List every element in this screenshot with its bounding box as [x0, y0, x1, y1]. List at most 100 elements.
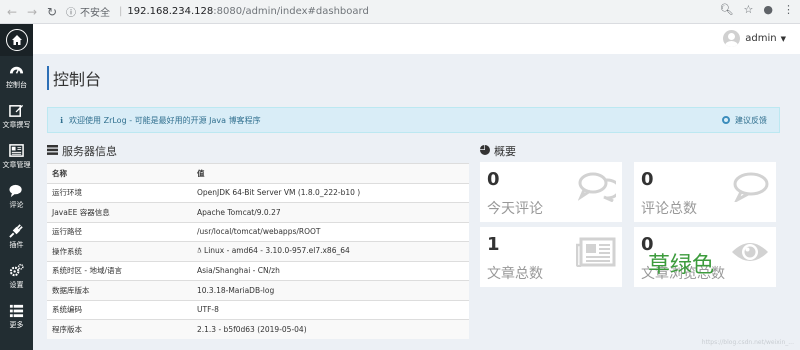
sidebar-item-comments[interactable]: 评论 [0, 176, 33, 216]
table-row: 运行路径 /usr/local/tomcat/webapps/ROOT [47, 221, 469, 242]
stat-label: 评论总数 [641, 201, 697, 217]
sidebar-item-dashboard[interactable]: 控制台 [0, 56, 33, 96]
watermark: https://blog.csdn.net/weixin_... [701, 339, 794, 346]
row-key: 系统时区 - 地域/语言 [47, 260, 192, 281]
feedback-link[interactable]: 建议反馈 [722, 115, 767, 126]
row-value: 10.3.18-MariaDB-log [192, 280, 469, 300]
server-info-title: 服务器信息 [62, 145, 117, 158]
edit-icon [9, 104, 24, 117]
sidebar-item-label: 控制台 [6, 80, 27, 89]
bookmark-star-icon[interactable]: ☆ [744, 3, 754, 16]
table-row: JavaEE 容器信息 Apache Tomcat/9.0.27 [47, 202, 469, 222]
table-row: 操作系统 🐧︎ Linux - amd64 - 3.10.0-957.el7.x… [47, 241, 469, 261]
newspaper-icon [576, 237, 616, 267]
sidebar: 控制台 文章撰写 文章管理 评论 插件 设置 更多 [0, 24, 33, 350]
feedback-label: 建议反馈 [735, 115, 767, 125]
sidebar-home[interactable] [0, 24, 33, 56]
top-navbar: admin ▼ [33, 24, 800, 54]
sidebar-item-articles[interactable]: 文章管理 [0, 136, 33, 176]
address-bar[interactable]: ⓘ 不安全 | 192.168.234.128 :8080/admin/inde… [66, 3, 369, 21]
stat-value: 0 [641, 169, 654, 190]
comments-icon [578, 172, 616, 202]
caret-down-icon: ▼ [780, 34, 786, 43]
home-icon [5, 29, 28, 51]
row-key: 系统编码 [47, 299, 192, 320]
row-key: JavaEE 容器信息 [47, 202, 192, 222]
linux-icon: 🐧︎ [197, 246, 205, 256]
table-row: 数据库版本 10.3.18-MariaDB-log [47, 280, 469, 300]
pie-chart-icon [480, 144, 490, 158]
row-key: 操作系统 [47, 241, 192, 261]
eye-icon [732, 243, 768, 261]
column-header: 值 [192, 163, 469, 183]
insecure-label: 不安全 [80, 8, 110, 19]
overview-title: 概要 [494, 145, 516, 158]
welcome-text: 欢迎使用 ZrLog - 可能是最好用的开源 Java 博客程序 [69, 115, 261, 125]
stat-today-comments: 0 今天评论 [480, 162, 622, 222]
row-value: Apache Tomcat/9.0.27 [192, 202, 469, 222]
table-row: 系统编码 UTF-8 [47, 299, 469, 320]
row-value: OpenJDK 64-Bit Server VM (1.8.0_222-b10 … [192, 182, 469, 203]
table-row: 程序版本 2.1.3 - b5f0d63 (2019-05-04) [47, 319, 469, 339]
forward-icon[interactable]: → [24, 5, 40, 19]
row-key: 运行路径 [47, 221, 192, 242]
color-note: 草绿色 [648, 253, 715, 278]
row-key: 数据库版本 [47, 280, 192, 300]
avatar [723, 30, 741, 47]
row-value: /usr/local/tomcat/webapps/ROOT [192, 221, 469, 242]
table-row: 运行环境 OpenJDK 64-Bit Server VM (1.8.0_222… [47, 182, 469, 203]
stat-value: 1 [487, 234, 500, 255]
sidebar-item-compose[interactable]: 文章撰写 [0, 96, 33, 136]
info-icon[interactable]: ⓘ [66, 4, 76, 19]
stat-label: 今天评论 [487, 201, 543, 217]
sidebar-item-label: 插件 [9, 240, 24, 249]
table-row: 系统时区 - 地域/语言 Asia/Shanghai - CN/zh [47, 260, 469, 281]
row-key: 程序版本 [47, 319, 192, 339]
url-path: :8080/admin/index#dashboard [213, 6, 369, 17]
sidebar-item-label: 评论 [9, 200, 24, 209]
row-value: 2.1.3 - b5f0d63 (2019-05-04) [192, 319, 469, 339]
info-icon: ℹ [60, 115, 64, 125]
table-header-row: 名称 值 [47, 163, 469, 183]
newspaper-icon [9, 143, 24, 157]
stat-total-articles: 1 文章总数 [480, 227, 622, 287]
server-info-table: 名称 值 运行环境 OpenJDK 64-Bit Server VM (1.8.… [47, 163, 469, 339]
url-host: 192.168.234.128 [127, 6, 214, 17]
row-value: UTF-8 [192, 299, 469, 320]
cogs-icon [9, 263, 24, 276]
zoom-icon[interactable]: 🔍︎ [720, 3, 734, 16]
comment-icon [733, 172, 769, 202]
server-icon [47, 144, 58, 158]
row-key: 运行环境 [47, 182, 192, 203]
page-title: 控制台 [47, 66, 101, 90]
sidebar-item-plugins[interactable]: 插件 [0, 216, 33, 256]
username: admin [745, 33, 777, 44]
row-value: Asia/Shanghai - CN/zh [192, 260, 469, 281]
sidebar-item-settings[interactable]: 设置 [0, 256, 33, 296]
column-header: 名称 [47, 163, 192, 183]
profile-icon[interactable]: ● [763, 3, 773, 16]
dashboard-icon [9, 66, 24, 74]
stat-total-comments: 0 评论总数 [634, 162, 776, 222]
lifebuoy-icon [722, 116, 730, 124]
menu-kebab-icon[interactable]: ⋮ [783, 3, 794, 16]
list-icon [9, 304, 24, 317]
sidebar-item-label: 文章管理 [2, 160, 31, 169]
main-content: 控制台 ℹ 欢迎使用 ZrLog - 可能是最好用的开源 Java 博客程序 建… [33, 54, 800, 350]
stat-value: 0 [487, 169, 500, 190]
plug-icon [9, 223, 23, 238]
sidebar-item-label: 文章撰写 [2, 120, 31, 129]
welcome-callout: ℹ 欢迎使用 ZrLog - 可能是最好用的开源 Java 博客程序 建议反馈 [47, 107, 780, 133]
sidebar-item-label: 更多 [9, 320, 24, 329]
server-info-heading: 服务器信息 [47, 143, 117, 159]
user-menu[interactable]: admin ▼ [723, 30, 786, 47]
comments-icon [9, 184, 22, 197]
reload-icon[interactable]: ↻ [44, 5, 60, 19]
back-icon[interactable]: ← [4, 5, 20, 19]
browser-toolbar: ← → ↻ ⓘ 不安全 | 192.168.234.128 :8080/admi… [0, 0, 800, 24]
stat-label: 文章总数 [487, 266, 543, 282]
row-value: 🐧︎ Linux - amd64 - 3.10.0-957.el7.x86_64 [192, 241, 469, 261]
sidebar-item-more[interactable]: 更多 [0, 296, 33, 336]
overview-heading: 概要 [480, 143, 516, 159]
row-value-text: Linux - amd64 - 3.10.0-957.el7.x86_64 [204, 246, 350, 256]
